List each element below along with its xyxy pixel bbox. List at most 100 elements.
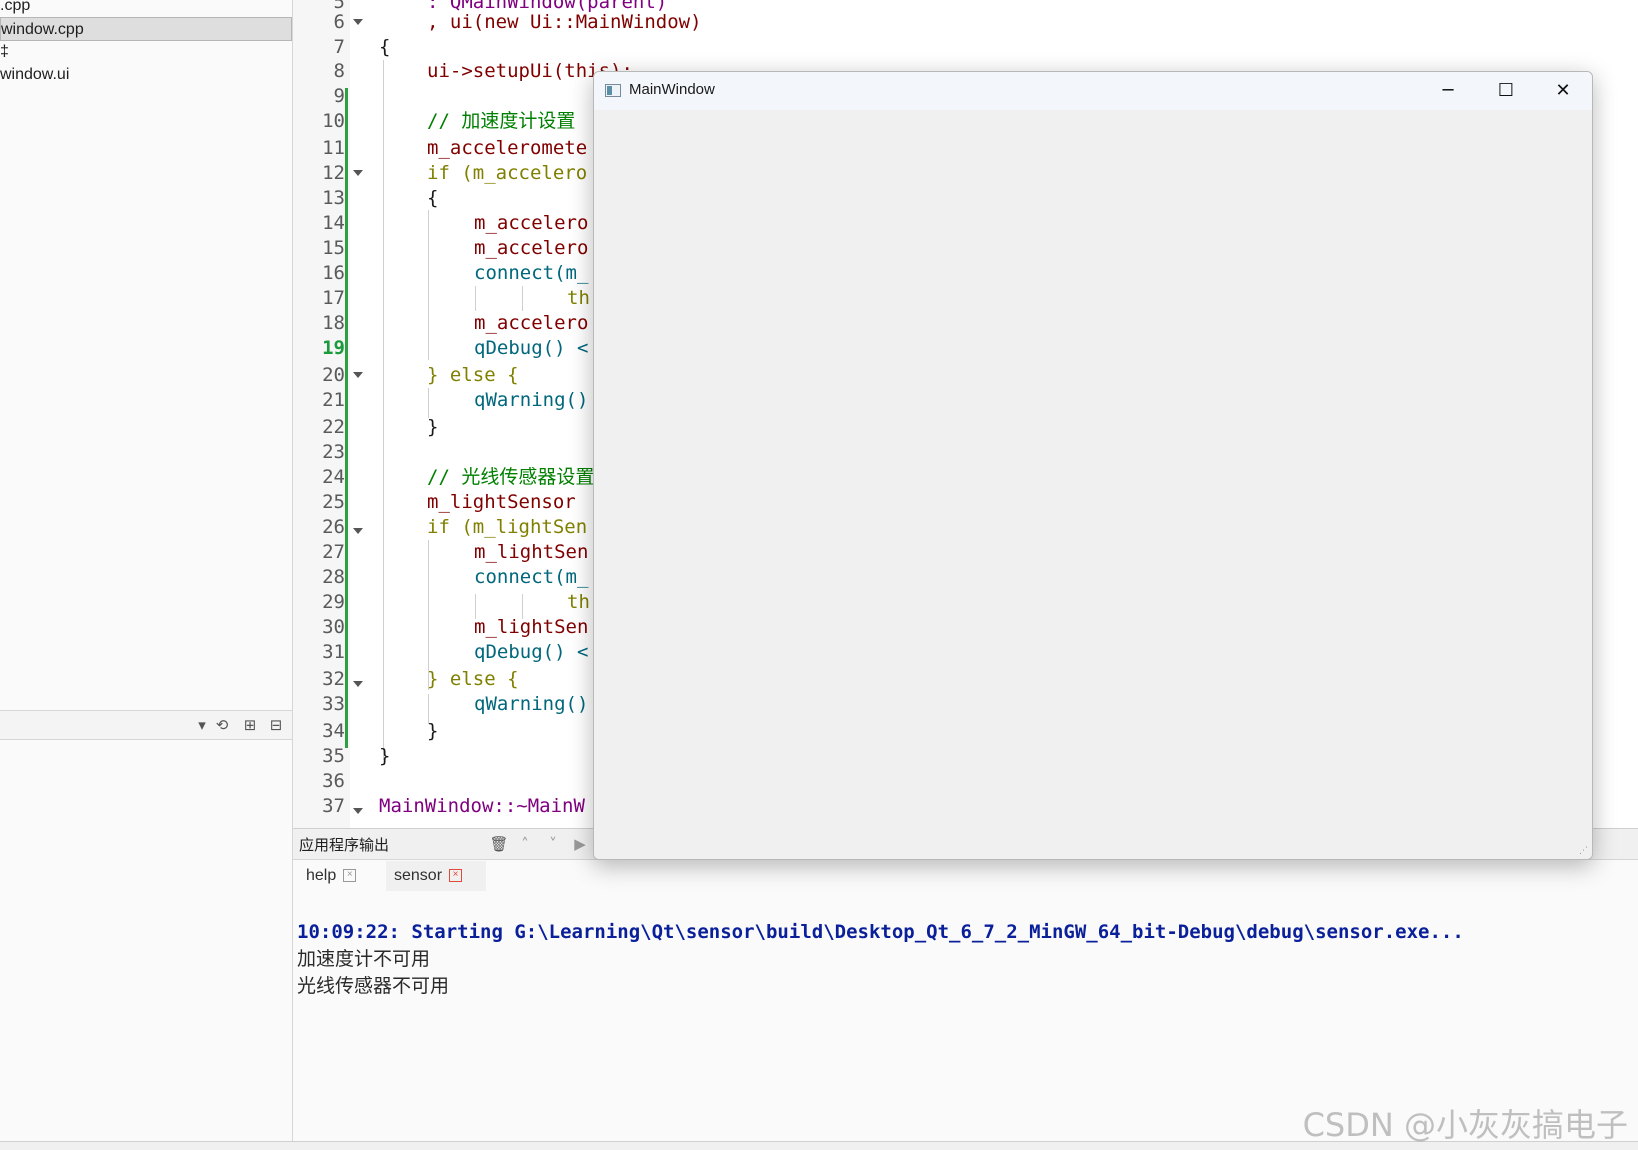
line-number: 30 [322,616,345,638]
fold-arrow-icon[interactable] [353,681,363,687]
indent-guide [383,60,384,760]
output-message: 加速度计不可用 [297,948,431,970]
line-number: 23 [322,441,345,463]
tab-sensor[interactable]: sensor × [386,861,486,891]
line-number: 28 [322,566,345,588]
line-number: 22 [322,416,345,438]
line-number: 33 [322,693,345,715]
code-line: th [567,591,590,613]
line-number: 17 [322,287,345,309]
code-line: m_lightSen [474,541,589,563]
code-line: { [427,187,439,209]
file-item-cpp[interactable]: .cpp [0,0,292,18]
project-toolbar: ▾ ⟲ ⊞ ⊟ [0,710,292,740]
fold-arrow-icon[interactable] [353,808,363,814]
output-start-line: 10:09:22: Starting G:\Learning\Qt\sensor… [297,921,1464,943]
code-line: th [567,287,590,309]
code-line: { [379,36,391,58]
code-line: m_lightSensor [427,491,576,513]
window-titlebar[interactable]: MainWindow ─ ☐ ✕ [594,72,1592,110]
code-line: , ui(new Ui::MainWindow) [427,11,702,33]
code-line: m_accelero [474,212,589,234]
fold-arrow-icon[interactable] [353,528,363,534]
line-number: 7 [333,36,345,58]
output-message: 光线传感器不可用 [297,975,450,997]
file-item-mainwindow-cpp[interactable]: window.cpp [0,17,292,41]
line-number: 25 [322,491,345,513]
line-number: 34 [322,720,345,742]
close-icon[interactable]: × [449,869,463,883]
line-number: 24 [322,466,345,488]
line-number: 26 [322,516,345,538]
file-item-mainwindow-ui[interactable]: window.ui [0,63,292,87]
line-number: 11 [322,137,345,159]
line-number: 35 [322,745,345,767]
indent-guide [428,388,429,418]
code-line: } [427,416,439,438]
line-number: 29 [322,591,345,613]
code-line: } [379,745,391,767]
sync-icon[interactable]: ⟲ [212,715,232,735]
code-line: m_lightSen [474,616,589,638]
line-number: 9 [333,85,345,107]
window-title: MainWindow [629,81,715,98]
expand-all-icon[interactable]: ⊞ [240,715,260,735]
code-line: } else { [427,364,519,386]
code-line: qDebug() < [474,641,589,663]
line-number: 21 [322,389,345,411]
line-number: 12 [322,162,345,184]
resize-grip-icon[interactable]: ⋰ [1579,846,1589,856]
collapse-all-icon[interactable]: ⊟ [266,715,286,735]
close-button[interactable]: ✕ [1534,72,1592,110]
line-number: 16 [322,262,345,284]
chevron-down-icon[interactable]: ▾ [192,715,212,735]
clear-icon[interactable]: 🗑 [489,834,509,854]
line-number: 37 [322,795,345,817]
line-number: 13 [322,187,345,209]
code-line: qDebug() < [474,337,589,359]
line-number: 20 [322,364,345,386]
line-number: 36 [322,770,345,792]
arrow-up-icon[interactable]: ˄ [515,834,535,854]
indent-guide [428,210,429,360]
code-comment: // 加速度计设置 [427,110,576,132]
line-number: 18 [322,312,345,334]
tab-help[interactable]: help × [298,861,378,891]
arrow-down-icon[interactable]: ˅ [543,834,563,854]
code-comment: // 光线传感器设置 [427,466,595,488]
line-number: 8 [333,60,345,82]
line-number: 32 [322,668,345,690]
line-number: 6 [333,11,345,33]
code-line: MainWindow::~MainW [379,795,585,817]
fold-arrow-icon[interactable] [353,170,363,176]
mainwindow-app-window[interactable]: MainWindow ─ ☐ ✕ ⋰ [593,71,1593,860]
minimize-button[interactable]: ─ [1419,72,1477,110]
close-icon[interactable]: × [343,869,357,883]
code-line: connect(m_ [474,566,589,588]
code-line: } [427,720,439,742]
code-line: if (m_lightSen [427,516,588,538]
line-number: 15 [322,237,345,259]
current-line-number: 19 [322,337,345,359]
watermark: CSDN @小灰灰搞电子 [1302,1106,1628,1144]
play-icon[interactable]: ▶ [570,834,590,854]
maximize-button[interactable]: ☐ [1477,72,1535,110]
fold-arrow-icon[interactable] [353,372,363,378]
output-text-area[interactable]: 10:09:22: Starting G:\Learning\Qt\sensor… [297,919,1627,1000]
app-window-icon [605,84,621,97]
tab-label: help [306,867,337,884]
indent-guide [475,286,476,311]
tab-label: sensor [394,867,443,884]
file-item-header[interactable]: ‡ [0,40,292,64]
code-line: connect(m_ [474,262,589,284]
code-line: m_accelero [474,237,589,259]
indent-guide [522,286,523,311]
line-number: 14 [322,212,345,234]
fold-arrow-icon[interactable] [353,19,363,25]
code-line: } else { [427,668,519,690]
output-title: 应用程序输出 [299,836,390,854]
line-number: 10 [322,110,345,132]
line-number: 27 [322,541,345,563]
change-marker-bar [345,88,348,748]
window-client-area[interactable] [594,110,1592,859]
